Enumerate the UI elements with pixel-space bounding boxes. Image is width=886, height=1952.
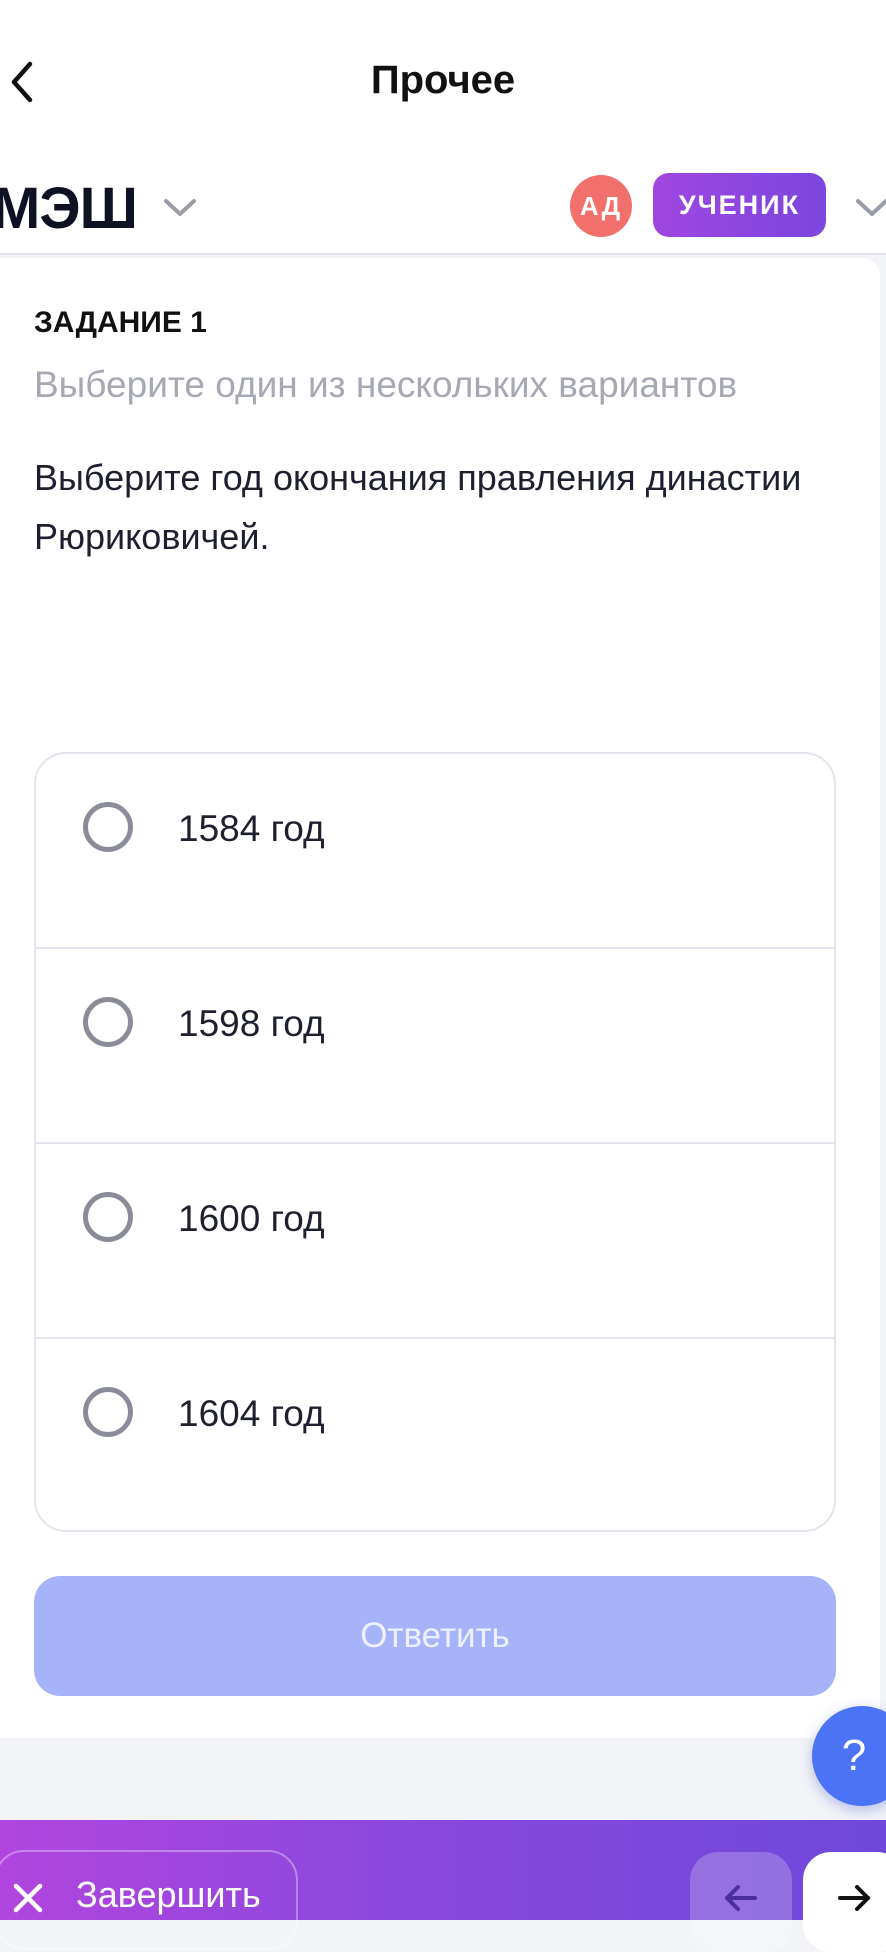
chevron-down-icon[interactable]	[160, 187, 200, 227]
option-label: 1584 год	[178, 808, 325, 849]
bottom-bar: Завершить	[0, 1820, 886, 1952]
radio-button[interactable]	[83, 802, 133, 852]
radio-button[interactable]	[83, 1192, 133, 1242]
arrow-right-icon	[838, 1885, 870, 1911]
answer-option[interactable]: 1604 год	[36, 1339, 834, 1530]
finish-label: Завершить	[76, 1874, 261, 1915]
submit-button[interactable]: Ответить	[34, 1576, 836, 1696]
previous-button[interactable]	[690, 1852, 792, 1952]
option-label: 1598 год	[178, 1003, 325, 1044]
option-label: 1600 год	[178, 1198, 325, 1239]
task-hint: Выберите один из нескольких вариантов	[34, 364, 738, 405]
close-icon	[13, 1883, 43, 1913]
page-title: Прочее	[370, 58, 516, 102]
role-badge[interactable]: УЧЕНИК	[653, 173, 826, 237]
task-question: Выберите год окончания правления династи…	[34, 457, 802, 557]
answer-option[interactable]: 1598 год	[36, 949, 834, 1144]
help-icon: ?	[841, 1731, 867, 1780]
top-nav-bar: Прочее	[0, 0, 886, 165]
brand-logo[interactable]: МЭШ	[0, 175, 138, 242]
answer-option[interactable]: 1584 год	[36, 754, 834, 949]
finish-button[interactable]: Завершить	[0, 1850, 298, 1950]
next-button[interactable]	[803, 1852, 886, 1952]
answer-option[interactable]: 1600 год	[36, 1144, 834, 1339]
task-card: ЗАДАНИЕ 1 Выберите один из нескольких ва…	[0, 258, 880, 1738]
option-label: 1604 год	[178, 1393, 325, 1434]
app-header: МЭШ АД УЧЕНИК	[0, 165, 886, 255]
radio-button[interactable]	[83, 1387, 133, 1437]
arrow-left-icon	[725, 1885, 757, 1911]
chevron-down-icon[interactable]	[852, 187, 886, 227]
answer-options: 1584 год 1598 год 1600 год 1604 год	[34, 752, 836, 1532]
radio-button[interactable]	[83, 997, 133, 1047]
task-number: ЗАДАНИЕ 1	[34, 306, 207, 339]
avatar[interactable]: АД	[570, 175, 632, 237]
